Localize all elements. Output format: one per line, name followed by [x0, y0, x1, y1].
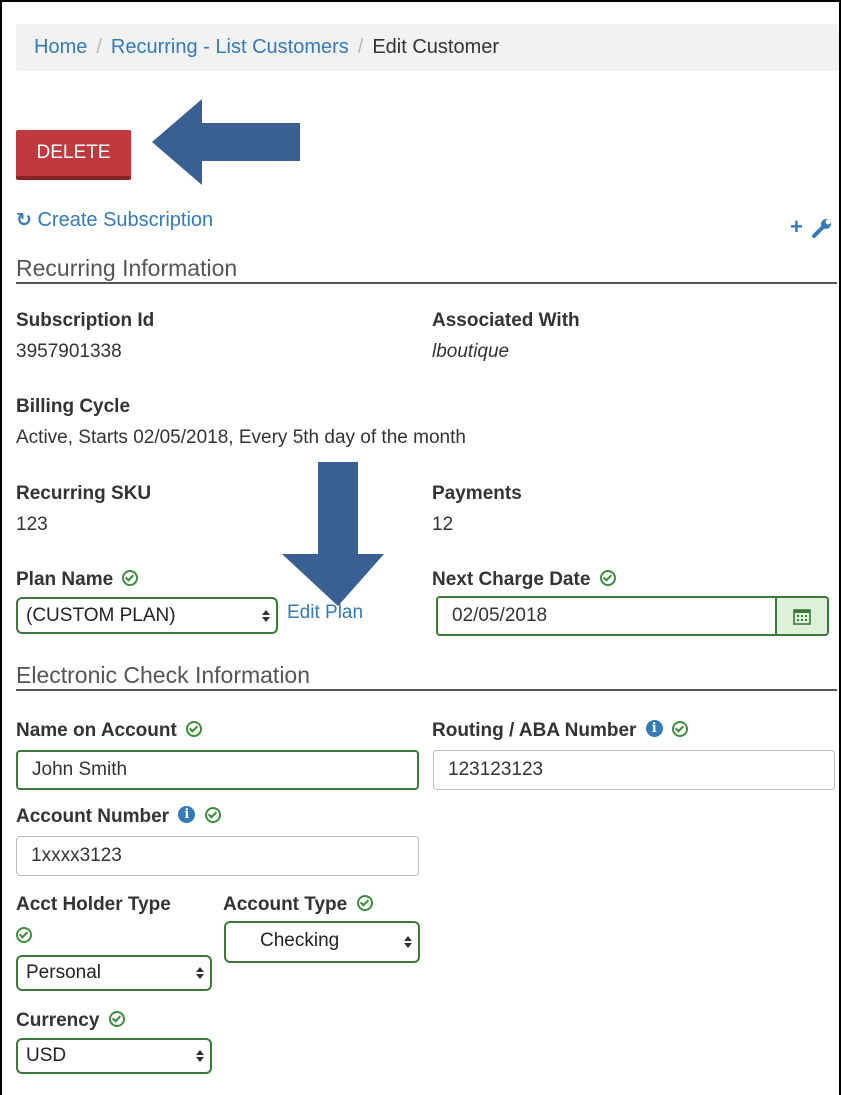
payments-label: Payments: [432, 483, 522, 504]
currency-label-text: Currency: [16, 1010, 100, 1031]
plan-name-label: Plan Name: [16, 569, 139, 591]
acct-holder-type-label: Acct Holder Type: [16, 894, 171, 915]
recurring-sku-value: 123: [16, 514, 48, 535]
breadcrumb-current: Edit Customer: [372, 36, 500, 58]
select-arrows-icon: [404, 936, 412, 948]
account-number-label-text: Account Number: [16, 806, 170, 827]
valid-check-icon: [204, 806, 221, 823]
routing-number-input[interactable]: 123123123: [433, 750, 835, 790]
info-icon[interactable]: i: [645, 720, 663, 738]
info-icon[interactable]: i: [178, 806, 196, 824]
subscription-id-value: 3957901338: [16, 341, 122, 362]
section-divider: [16, 282, 837, 284]
breadcrumb-separator: /: [357, 36, 364, 58]
valid-check-icon: [122, 569, 139, 586]
acct-holder-type-selected: Personal: [26, 962, 101, 983]
annotation-arrow-down-icon: [282, 462, 384, 606]
associated-with-label: Associated With: [432, 310, 580, 331]
select-arrows-icon: [196, 967, 204, 979]
section-divider: [16, 689, 837, 691]
annotation-arrow-left-icon: [152, 99, 300, 185]
acct-holder-type-select[interactable]: Personal: [16, 955, 212, 991]
breadcrumb: Home / Recurring - List Customers / Edit…: [16, 24, 839, 71]
name-on-account-label: Name on Account: [16, 720, 203, 742]
breadcrumb-home-link[interactable]: Home: [34, 36, 87, 59]
associated-with-value: lboutique: [432, 341, 510, 362]
valid-check-icon: [108, 1010, 125, 1027]
currency-label: Currency: [16, 1010, 125, 1032]
page-frame: Home / Recurring - List Customers / Edit…: [2, 2, 839, 1095]
next-charge-date-input[interactable]: 02/05/2018: [436, 596, 777, 636]
plan-name-selected: (CUSTOM PLAN): [26, 604, 176, 626]
valid-check-icon: [186, 720, 203, 737]
select-arrows-icon: [196, 1050, 204, 1062]
payments-value: 12: [432, 514, 454, 535]
next-charge-date-label-text: Next Charge Date: [432, 569, 591, 590]
create-subscription-link[interactable]: ↻ Create Subscription: [16, 209, 213, 232]
name-on-account-input[interactable]: John Smith: [16, 750, 419, 790]
billing-cycle-value: Active, Starts 02/05/2018, Every 5th day…: [16, 427, 466, 448]
plan-name-select[interactable]: (CUSTOM PLAN): [16, 597, 278, 634]
currency-selected: USD: [26, 1045, 67, 1066]
valid-check-icon: [356, 894, 373, 911]
wrench-icon[interactable]: [810, 216, 834, 240]
name-on-account-label-text: Name on Account: [16, 720, 177, 741]
next-charge-date-label: Next Charge Date: [432, 569, 616, 591]
routing-number-label-text: Routing / ABA Number: [432, 720, 637, 741]
account-type-selected: Checking: [260, 930, 340, 951]
recurring-sku-label: Recurring SKU: [16, 483, 152, 504]
valid-check-icon: [671, 720, 688, 737]
breadcrumb-list-customers-link[interactable]: Recurring - List Customers: [111, 36, 349, 59]
recurring-section-title: Recurring Information: [16, 255, 238, 281]
valid-check-icon: [599, 569, 616, 586]
valid-check-icon: [16, 926, 32, 943]
create-subscription-label: Create Subscription: [37, 209, 214, 231]
account-type-select[interactable]: Checking: [224, 921, 420, 963]
subscription-id-label: Subscription Id: [16, 310, 155, 331]
refresh-icon: ↻: [16, 210, 32, 231]
routing-number-label: Routing / ABA Number i: [432, 720, 688, 742]
add-icon[interactable]: +: [790, 214, 803, 239]
currency-select[interactable]: USD: [16, 1038, 212, 1074]
account-number-input[interactable]: 1xxxx3123: [16, 836, 419, 876]
calendar-icon: [793, 609, 811, 625]
plan-name-label-text: Plan Name: [16, 569, 114, 590]
account-type-label-text: Account Type: [223, 894, 348, 915]
account-number-label: Account Number i: [16, 806, 221, 828]
account-type-label: Account Type: [223, 894, 373, 916]
calendar-button[interactable]: [775, 596, 829, 636]
select-arrows-icon: [262, 609, 270, 622]
check-section-title: Electronic Check Information: [16, 662, 311, 688]
delete-button[interactable]: DELETE: [16, 130, 131, 180]
billing-cycle-label: Billing Cycle: [16, 396, 131, 417]
breadcrumb-separator: /: [96, 36, 102, 58]
